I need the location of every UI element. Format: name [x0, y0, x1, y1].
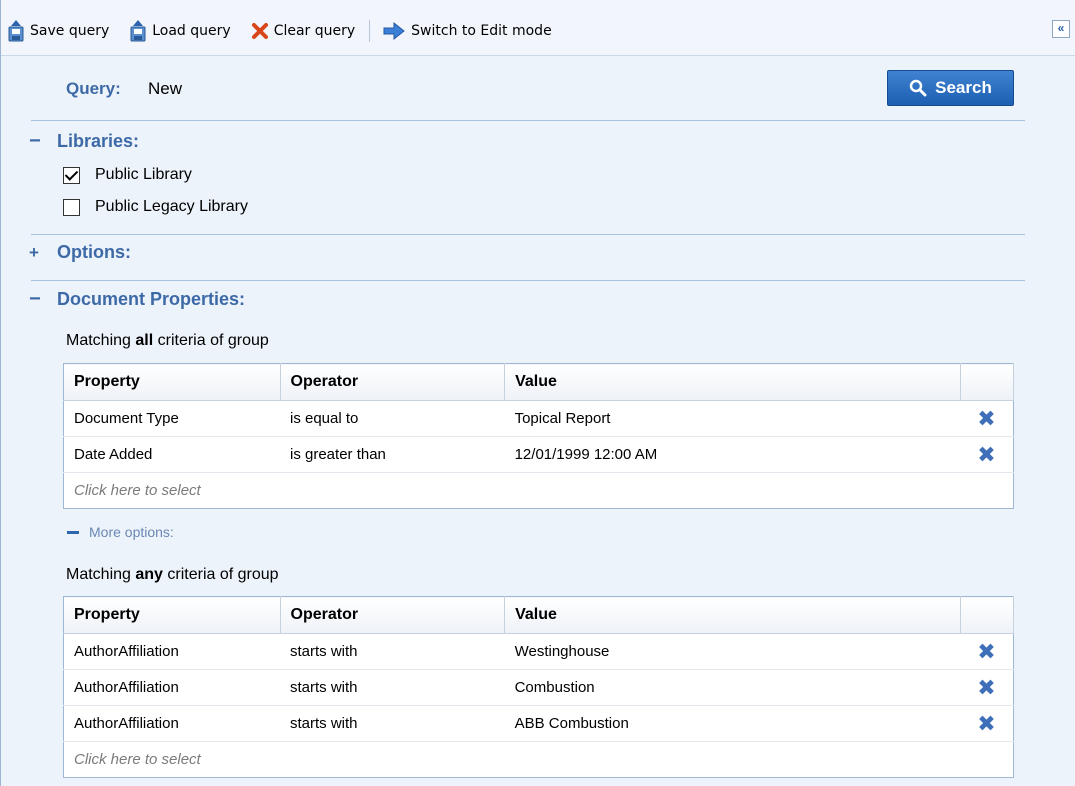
caption-suffix: criteria of group [162, 566, 279, 583]
query-name: New [148, 79, 183, 98]
cell-value[interactable]: Westinghouse [504, 633, 961, 670]
libraries-title: Libraries: [57, 131, 140, 151]
cell-delete: ✖ [960, 633, 1014, 670]
arrow-right-icon [383, 21, 405, 41]
table-row[interactable]: AuthorAffiliation starts with Westinghou… [63, 633, 1014, 670]
cell-property[interactable]: AuthorAffiliation [63, 705, 280, 742]
cell-value[interactable]: 12/01/1999 12:00 AM [504, 436, 961, 473]
column-header-actions [960, 363, 1014, 401]
table-row[interactable]: Document Type is equal to Topical Report… [63, 400, 1014, 437]
column-header-property[interactable]: Property [63, 596, 281, 634]
cell-value[interactable]: ABB Combustion [504, 705, 961, 742]
column-header-value[interactable]: Value [504, 363, 962, 401]
cell-value[interactable]: Combustion [504, 669, 961, 706]
delete-icon[interactable]: ✖ [977, 406, 995, 431]
document-properties-title: Document Properties: [57, 289, 246, 309]
caption-prefix: Matching [66, 566, 136, 583]
libraries-header[interactable]: − Libraries: [29, 130, 139, 153]
table-row[interactable]: Date Added is greater than 12/01/1999 12… [63, 436, 1014, 473]
library-option-public[interactable]: Public Library [63, 166, 192, 184]
divider [31, 280, 1025, 281]
column-header-operator[interactable]: Operator [280, 596, 506, 634]
cell-operator[interactable]: is equal to [280, 400, 505, 437]
cell-delete: ✖ [960, 436, 1014, 473]
public-library-checkbox[interactable] [63, 166, 80, 184]
clear-query-button[interactable]: Clear query [251, 22, 355, 40]
column-header-operator[interactable]: Operator [280, 363, 506, 401]
search-label: Search [935, 78, 992, 97]
public-library-label: Public Library [95, 166, 192, 183]
clear-query-label: Clear query [273, 23, 356, 39]
load-query-button[interactable]: Load query [129, 20, 231, 42]
cell-value[interactable]: Topical Report [504, 400, 961, 437]
switch-edit-mode-label: Switch to Edit mode [411, 23, 552, 39]
add-criteria-row[interactable]: Click here to select [64, 742, 1014, 778]
divider [31, 120, 1025, 121]
switch-edit-mode-button[interactable]: Switch to Edit mode [382, 21, 552, 41]
criteria-table-any: Property Operator Value AuthorAffiliatio… [63, 596, 1014, 778]
match-all-caption: Matching all criteria of group [66, 332, 269, 350]
cell-delete: ✖ [960, 705, 1014, 742]
delete-icon[interactable]: ✖ [977, 711, 995, 736]
delete-icon[interactable]: ✖ [977, 675, 995, 700]
cell-operator[interactable]: starts with [280, 633, 505, 670]
toolbar-separator [369, 20, 371, 42]
cell-operator[interactable]: starts with [280, 669, 505, 706]
collapse-toggle-icon [67, 530, 79, 534]
save-query-button[interactable]: Save query [7, 20, 109, 42]
options-title: Options: [57, 242, 131, 262]
delete-icon[interactable]: ✖ [977, 639, 995, 664]
public-legacy-library-label: Public Legacy Library [95, 198, 248, 215]
column-header-actions [960, 596, 1014, 634]
toolbar: Save query Load query Clear query Switch… [1, 0, 1075, 56]
collapse-toggle-icon[interactable]: − [29, 130, 57, 153]
load-query-label: Load query [152, 23, 231, 39]
add-criteria-row[interactable]: Click here to select [64, 473, 1014, 509]
more-options-toggle[interactable]: More options: [67, 524, 174, 540]
cell-property[interactable]: AuthorAffiliation [63, 669, 280, 706]
query-panel: Save query Load query Clear query Switch… [0, 0, 1075, 786]
save-icon [8, 20, 24, 42]
load-icon [130, 20, 146, 42]
table-header-row: Property Operator Value [63, 596, 1014, 634]
cell-property[interactable]: AuthorAffiliation [63, 633, 280, 670]
column-header-property[interactable]: Property [63, 363, 281, 401]
expand-toggle-icon[interactable]: + [29, 243, 57, 263]
table-header-row: Property Operator Value [63, 363, 1014, 401]
cell-property[interactable]: Date Added [63, 436, 280, 473]
collapse-panel-button[interactable]: « [1052, 20, 1070, 38]
cell-delete: ✖ [960, 400, 1014, 437]
more-options-label: More options: [89, 524, 174, 540]
clear-icon [251, 23, 268, 39]
caption-keyword: any [135, 566, 163, 583]
click-to-select-cell[interactable]: Click here to select [64, 473, 1014, 509]
delete-icon[interactable]: ✖ [977, 442, 995, 467]
cell-property[interactable]: Document Type [63, 400, 280, 437]
match-any-caption: Matching any criteria of group [66, 566, 279, 584]
cell-operator[interactable]: is greater than [280, 436, 505, 473]
cell-delete: ✖ [960, 669, 1014, 706]
collapse-toggle-icon[interactable]: − [29, 288, 57, 311]
caption-suffix: criteria of group [153, 332, 269, 349]
library-option-legacy[interactable]: Public Legacy Library [63, 198, 248, 216]
query-content: Query: New Search − Libraries: Public Li… [1, 57, 1075, 786]
divider [31, 234, 1025, 235]
search-button[interactable]: Search [887, 70, 1014, 106]
table-row[interactable]: AuthorAffiliation starts with Combustion… [63, 669, 1014, 706]
cell-operator[interactable]: starts with [280, 705, 505, 742]
public-legacy-library-checkbox[interactable] [63, 198, 80, 216]
options-header[interactable]: + Options: [29, 242, 131, 263]
table-row[interactable]: AuthorAffiliation starts with ABB Combus… [63, 705, 1014, 742]
search-icon [909, 79, 927, 97]
click-to-select-cell[interactable]: Click here to select [64, 742, 1014, 778]
caption-keyword: all [135, 332, 154, 349]
save-query-label: Save query [30, 23, 110, 39]
caption-prefix: Matching [66, 332, 136, 349]
column-header-value[interactable]: Value [504, 596, 962, 634]
document-properties-header[interactable]: − Document Properties: [29, 288, 245, 311]
criteria-table-all: Property Operator Value Document Type is… [63, 363, 1014, 509]
query-label: Query: [66, 79, 121, 98]
